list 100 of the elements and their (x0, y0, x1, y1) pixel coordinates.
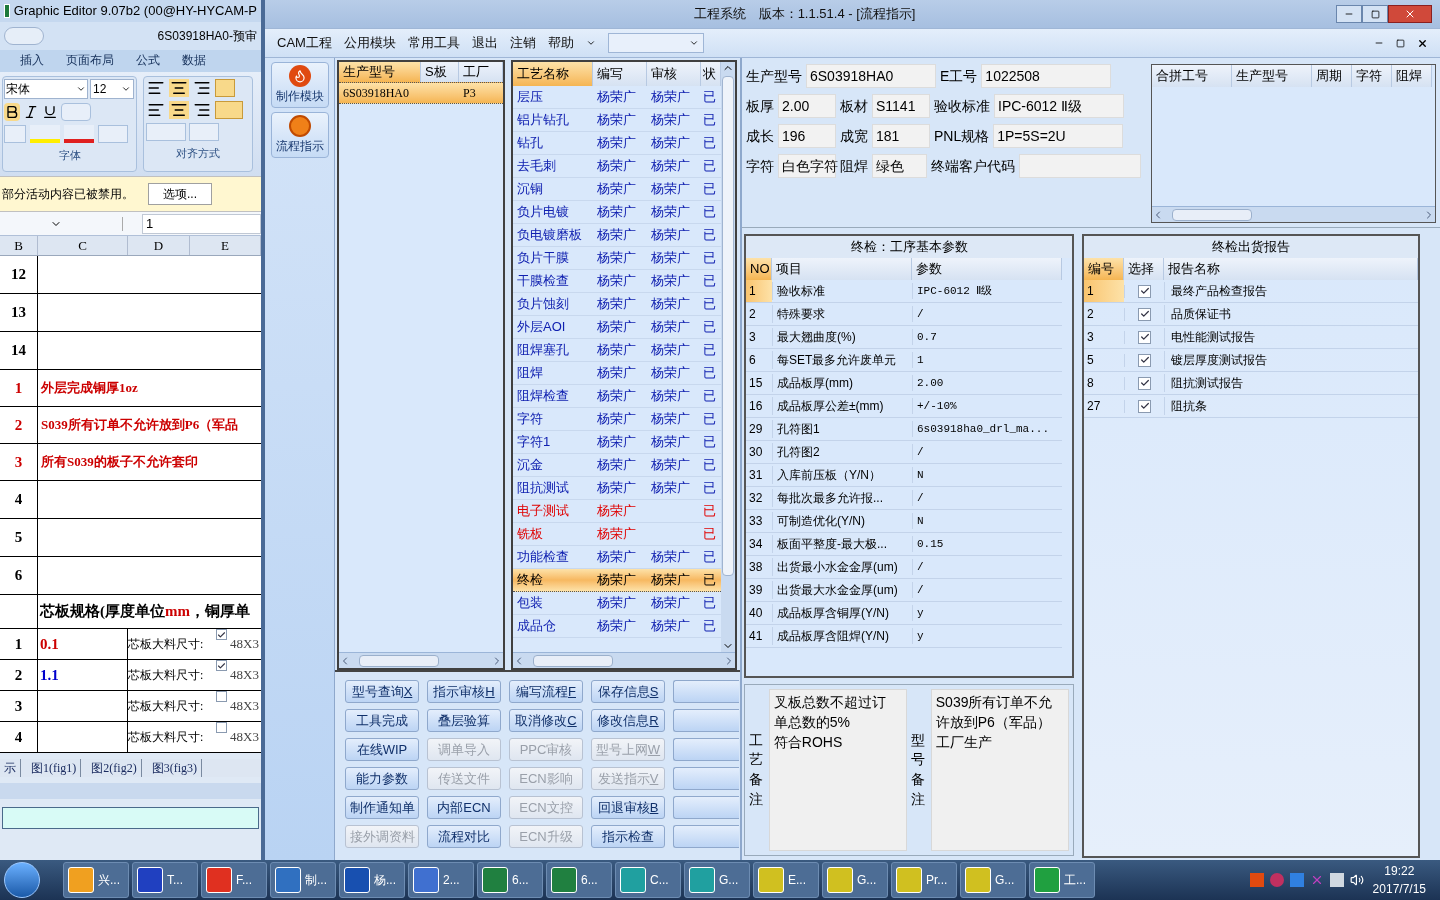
fill-color-icon[interactable] (30, 125, 60, 143)
table-row[interactable]: 6S03918HA0 P3 (339, 82, 503, 104)
action-button[interactable]: 型号查询X (345, 680, 419, 703)
column-header[interactable]: 生产型号 (1232, 65, 1312, 87)
horizontal-scrollbar[interactable] (513, 652, 735, 668)
table-row[interactable]: 39 出货最大水金金厚(um) / (746, 579, 1062, 602)
column-header[interactable]: 阻焊 (1392, 65, 1432, 87)
font-name-field[interactable]: 宋体 (4, 79, 88, 99)
undo-redo-icon[interactable] (4, 27, 44, 45)
module-button[interactable]: 流程指示 (270, 112, 329, 158)
column-header[interactable]: 报告名称 (1164, 258, 1418, 280)
taskbar-button[interactable]: 杨... (339, 862, 405, 898)
taskbar-button[interactable]: 兴... (63, 862, 129, 898)
table-row[interactable]: 16 成品板厚公差±(mm) +/-10% (746, 395, 1062, 418)
action-button[interactable]: 取消修改C (509, 709, 583, 732)
column-header[interactable]: B (0, 236, 38, 255)
checkbox[interactable] (1138, 307, 1151, 321)
action-button[interactable]: 制作通知单 (345, 796, 419, 819)
taskbar-button[interactable]: 工... (1029, 862, 1095, 898)
column-header[interactable]: 合拼工号 (1152, 65, 1232, 87)
action-button[interactable]: 回退审核B (591, 796, 665, 819)
blank-button[interactable] (673, 709, 739, 732)
menu-item[interactable]: 公用模块 (343, 33, 396, 53)
table-row[interactable]: 1 最终产品检查报告 (1084, 280, 1418, 303)
column-header[interactable]: 周期 (1312, 65, 1352, 87)
table-row[interactable]: 15 成品板厚(mm) 2.00 (746, 372, 1062, 395)
column-header[interactable]: D (128, 236, 190, 255)
checkbox[interactable] (216, 691, 227, 702)
taskbar-button[interactable]: Pr... (891, 862, 957, 898)
formula-field[interactable]: 1 (142, 213, 261, 234)
column-header[interactable]: 编号 (1084, 258, 1124, 280)
text-field[interactable]: 2.00 (778, 94, 836, 118)
table-row[interactable]: 3 最大翘曲度(%) 0.7 (746, 326, 1062, 349)
align-bottom-icon[interactable] (192, 79, 212, 97)
table-row[interactable]: 2 特殊要求 / (746, 303, 1062, 326)
remark-field[interactable]: 叉板总数不超过订 单总数的5% 符合ROHS (768, 689, 907, 851)
column-header[interactable]: 选择 (1124, 258, 1164, 280)
checkbox[interactable] (1138, 353, 1151, 367)
taskbar-button[interactable]: E... (753, 862, 819, 898)
ribbon-tab[interactable]: 插入 (20, 51, 44, 72)
blank-button[interactable] (673, 825, 739, 848)
action-button[interactable]: 指示检查 (591, 825, 665, 848)
taskbar-button[interactable]: 6... (477, 862, 543, 898)
italic-icon[interactable] (23, 103, 39, 121)
action-button[interactable]: 编写流程F (509, 680, 583, 703)
menu-overflow-icon[interactable] (585, 38, 596, 48)
ribbon-tab[interactable]: 页面布局 (66, 51, 114, 72)
text-field[interactable] (2, 807, 259, 829)
options-button[interactable]: 选项... (148, 183, 212, 205)
tray-icon[interactable] (1269, 873, 1284, 887)
scroll-thumb[interactable] (722, 76, 734, 576)
column-header[interactable]: 审核 (647, 62, 701, 86)
action-button[interactable]: 在线WIP (345, 738, 419, 761)
restore-icon[interactable] (1396, 38, 1405, 48)
text-field[interactable]: 196 (778, 124, 836, 148)
sheet-scrollbar[interactable] (0, 783, 261, 799)
align-right-icon[interactable] (192, 101, 212, 119)
align-left-icon[interactable] (146, 101, 166, 119)
minimize-icon[interactable] (1336, 5, 1362, 23)
column-header[interactable]: NO (746, 258, 772, 280)
menu-item[interactable]: 注销 (509, 33, 536, 53)
sheet-tab[interactable]: 图1(fig1) (27, 759, 82, 777)
taskbar-button[interactable]: 制... (270, 862, 336, 898)
sheet-tab[interactable]: 示 (0, 759, 21, 777)
action-button[interactable]: 修改信息R (591, 709, 665, 732)
column-header[interactable]: E (190, 236, 261, 255)
ribbon-tab[interactable]: 公式 (136, 51, 160, 72)
table-row[interactable]: 29 孔符图1 6s03918ha0_drl_ma... (746, 418, 1062, 441)
vertical-scrollbar[interactable] (721, 62, 735, 652)
start-button[interactable] (4, 862, 40, 898)
table-row[interactable]: 32 每批次最多允许报... / (746, 487, 1062, 510)
ribbon-tab[interactable]: 数据 (182, 51, 206, 72)
menu-item[interactable]: 退出 (471, 33, 498, 53)
table-row[interactable]: 31 入库前压板（Y/N） N (746, 464, 1062, 487)
taskbar-button[interactable]: T... (132, 862, 198, 898)
font-color-icon[interactable] (64, 125, 94, 143)
action-button[interactable]: 能力参数 (345, 767, 419, 790)
bold-icon[interactable] (4, 103, 20, 121)
action-button[interactable]: 工具完成 (345, 709, 419, 732)
sheet-tab[interactable]: 图2(fig2) (87, 759, 142, 777)
table-row[interactable]: 27 阻抗条 (1084, 395, 1418, 418)
table-row[interactable]: 3 电性能测试报告 (1084, 326, 1418, 349)
table-row[interactable]: 终检 杨荣广 杨荣广 已 (513, 569, 721, 592)
table-row[interactable]: 41 成品板厚含阻焊(Y/N) y (746, 625, 1062, 648)
action-button[interactable]: 内部ECN (427, 796, 501, 819)
taskbar-button[interactable]: F... (201, 862, 267, 898)
column-header[interactable]: 工艺名称 (513, 62, 593, 86)
checkbox[interactable] (1138, 330, 1151, 344)
table-row[interactable]: 5 镀层厚度测试报告 (1084, 349, 1418, 372)
column-header[interactable]: C (38, 236, 128, 255)
column-header[interactable]: 字符 (1352, 65, 1392, 87)
taskbar-button[interactable]: 2... (408, 862, 474, 898)
text-field[interactable]: 白色字符 (778, 154, 836, 178)
scroll-thumb[interactable] (359, 654, 439, 667)
text-field[interactable]: 181 (872, 124, 930, 148)
text-field[interactable]: 绿色 (872, 154, 927, 178)
checkbox[interactable] (1138, 399, 1151, 413)
text-field[interactable]: 1P=5S=2U (993, 124, 1124, 148)
table-row[interactable]: 30 孔符图2 / (746, 441, 1062, 464)
menu-item[interactable]: 常用工具 (407, 33, 460, 53)
